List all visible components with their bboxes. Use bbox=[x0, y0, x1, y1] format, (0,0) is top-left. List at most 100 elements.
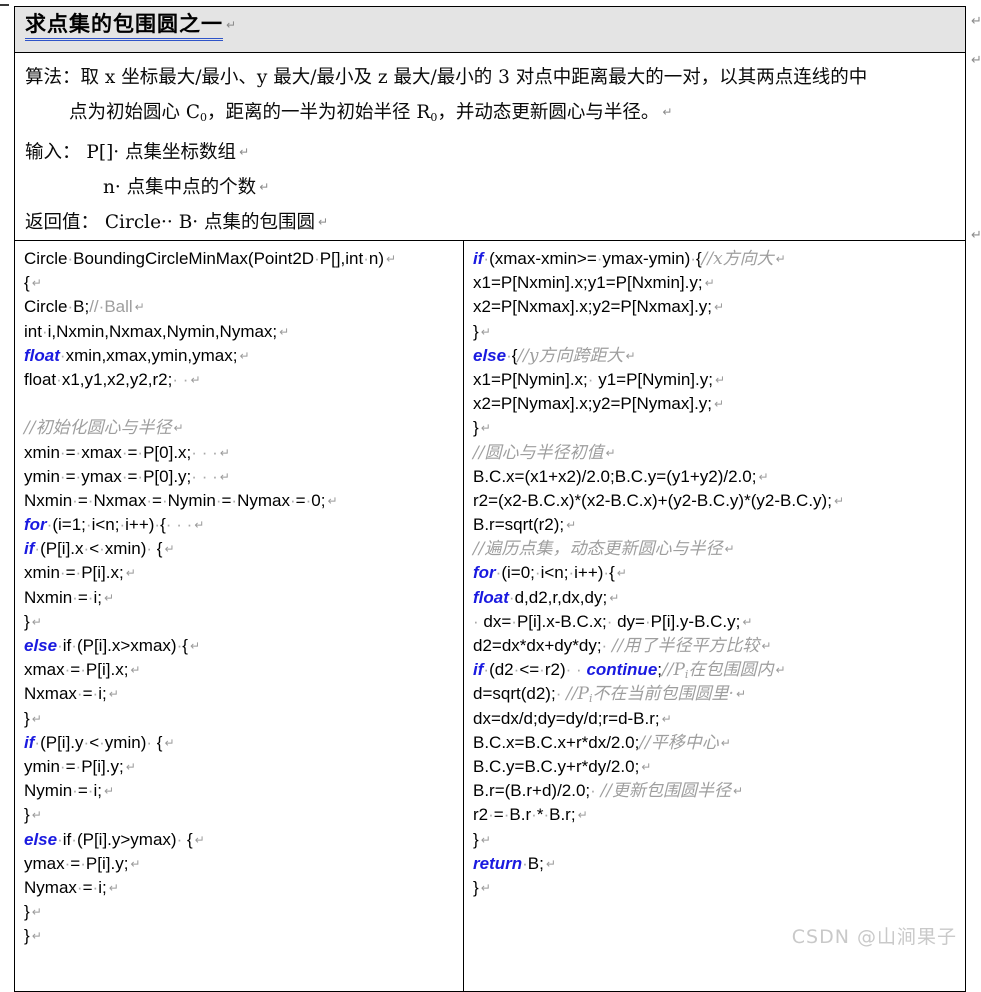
code-cell-right: if·(xmax-xmin>=·ymax-ymin)·{//x方向大 ↵ x1=P[… bbox=[463, 240, 966, 992]
code-line: } ↵ bbox=[473, 321, 491, 341]
input-count-value: n· 点集中点的个数 bbox=[103, 177, 257, 198]
code-return-mark: ↵ bbox=[714, 372, 726, 387]
code-line: } ↵ bbox=[24, 902, 42, 922]
code-line: ymin·=·P[i].y; ↵ bbox=[24, 756, 136, 776]
code-keyword: for bbox=[473, 563, 496, 583]
code-return-mark: ↵ bbox=[31, 614, 42, 629]
code-line: else·if·(P[i].x>xmax)·{↵ bbox=[24, 636, 201, 655]
page-title: 求点集的包围圆之一 bbox=[25, 11, 223, 41]
code-cell-left: Circle·BoundingCircleMinMax(Point2D·P[],… bbox=[14, 240, 464, 992]
description-cell: 算法：取 x 坐标最大/最小、y 最大/最小及 z 最大/最小的 3 对点中距离… bbox=[14, 52, 966, 241]
code-line: Nymax·=·i; ↵ bbox=[24, 877, 119, 897]
code-return-mark: ↵ bbox=[386, 252, 397, 266]
code-comment: //遍历点集，动态更新圆心与半径 bbox=[473, 539, 723, 560]
code-return-mark: ↵ bbox=[190, 372, 201, 387]
code-line: · dx=·P[i].x-B.C.x;· dy=·P[i].y-B.C.y; ↵ bbox=[473, 611, 753, 631]
code-keyword: float bbox=[24, 345, 60, 365]
table-header-row: 求点集的包围圆之一 ↵ bbox=[14, 6, 966, 53]
title-return-mark: ↵ bbox=[226, 18, 237, 32]
code-return-mark: ↵ bbox=[134, 300, 145, 315]
code-keyword: continue bbox=[586, 660, 658, 680]
description-line-2: 点为初始圆心 C0，距离的一半为初始半径 R0，并动态更新圆心与半径。 ↵ bbox=[25, 95, 953, 135]
code-return-mark: ↵ bbox=[130, 856, 141, 871]
code-return-mark: ↵ bbox=[327, 493, 338, 508]
code-keyword: else bbox=[473, 345, 507, 365]
code-return-mark: ↵ bbox=[31, 929, 42, 944]
code-line: //遍历点集，动态更新圆心与半径 ↵ bbox=[473, 537, 959, 561]
code-return-mark: ↵ bbox=[194, 832, 205, 847]
code-line: Nymin·=·i; ↵ bbox=[24, 781, 115, 801]
code-return-mark: ↵ bbox=[219, 445, 230, 460]
input-label: 输入： bbox=[25, 142, 81, 163]
code-return-mark: ↵ bbox=[480, 421, 491, 436]
input-value: P[]· 点集坐标数组 bbox=[86, 142, 237, 163]
margin-return-mark-3: ↵ bbox=[971, 228, 981, 243]
description-return-mark-4: ↵ bbox=[259, 180, 270, 194]
code-comment: //用了半径平方比较 bbox=[611, 636, 760, 656]
code-keyword: else bbox=[24, 636, 58, 655]
table-code-row: Circle·BoundingCircleMinMax(Point2D·P[],… bbox=[14, 240, 966, 992]
code-line: Nxmin·=·i; ↵ bbox=[24, 587, 115, 607]
code-line: if·(d2·<=·r2)· · continue;//Pi在包围圆内 ↵ bbox=[473, 660, 786, 682]
document-page: ↵ ↵ ↵ 求点集的包围圆之一 ↵ 算法：取 x 坐标最大/最小、y 最大/最小及… bbox=[0, 0, 981, 992]
code-line: Nxmin·=·Nxmax·=·Nymin·=·Nymax·=·0; ↵ bbox=[24, 490, 338, 510]
code-line: ymin·=·ymax·=·P[0].y;· · · ↵ bbox=[24, 466, 230, 486]
code-line: B.C.x=B.C.x+r*dx/2.0;//平移中心 ↵ bbox=[473, 732, 731, 753]
code-line: xmax·=·P[i].x; ↵ bbox=[24, 660, 141, 680]
code-return-mark: ↵ bbox=[605, 445, 616, 460]
code-return-mark: ↵ bbox=[480, 324, 491, 339]
code-line: //圆心与半径初值 ↵ bbox=[473, 441, 959, 465]
description-line-5: 返回值： Circle·· B· 点集的包围圆 ↵ bbox=[25, 205, 953, 240]
code-return-mark: ↵ bbox=[714, 397, 725, 412]
code-line: x2=P[Nymax].x;y2=P[Nymax].y; ↵ bbox=[473, 394, 725, 414]
code-return-mark: ↵ bbox=[31, 808, 42, 823]
description-return-mark-5: ↵ bbox=[318, 215, 329, 229]
code-line: ymax·=·P[i].y; ↵ bbox=[24, 853, 141, 873]
code-return-mark: ↵ bbox=[609, 590, 620, 605]
code-line: r2·=·B.r·*·B.r; ↵ bbox=[473, 805, 588, 825]
code-line: B.C.y=B.C.y+r*dy/2.0; ↵ bbox=[473, 756, 652, 776]
code-line: } ↵ bbox=[24, 805, 42, 825]
description-line-1: 算法：取 x 坐标最大/最小、y 最大/最小及 z 最大/最小的 3 对点中距离… bbox=[25, 67, 868, 88]
margin-return-mark-1: ↵ bbox=[971, 14, 981, 29]
code-line: x1=P[Nymin].x;· y1=P[Nymin].y; ↵ bbox=[473, 369, 726, 389]
code-return-mark: ↵ bbox=[108, 880, 119, 895]
table-description-row: 算法：取 x 坐标最大/最小、y 最大/最小及 z 最大/最小的 3 对点中距离… bbox=[14, 52, 966, 241]
code-return-mark: ↵ bbox=[733, 784, 744, 799]
code-line: Nxmax·=·i; ↵ bbox=[24, 684, 119, 704]
description-c0-subscript: 0 bbox=[200, 111, 208, 124]
code-line: } ↵ bbox=[24, 926, 42, 946]
code-line: } ↵ bbox=[24, 611, 42, 631]
code-line: B.r=(B.r+d)/2.0;· //更新包围圆半径 ↵ bbox=[473, 781, 744, 802]
code-return-mark: ↵ bbox=[480, 832, 491, 847]
margin-return-mark-2: ↵ bbox=[971, 53, 981, 68]
code-line: B.r=sqrt(r2); ↵ bbox=[473, 515, 577, 535]
code-return-mark: ↵ bbox=[219, 469, 230, 484]
code-comment: //圆心与半径初值 bbox=[473, 442, 604, 463]
code-return-mark: ↵ bbox=[720, 735, 731, 750]
description-return-mark-2: ↵ bbox=[662, 105, 673, 119]
code-line: xmin·=·P[i].x; ↵ bbox=[24, 563, 136, 583]
code-line: float·d,d2,r,dx,dy; ↵ bbox=[473, 587, 620, 607]
description-line-4: n· 点集中点的个数 ↵ bbox=[25, 170, 953, 205]
code-return-mark: ↵ bbox=[279, 324, 290, 339]
code-line: if·(xmax-xmin>=·ymax-ymin)·{//x方向大 ↵ bbox=[473, 249, 786, 269]
code-keyword: else bbox=[24, 829, 58, 849]
description-line-2-c: ，并动态更新圆心与半径。 bbox=[437, 102, 660, 123]
code-line: Circle·BoundingCircleMinMax(Point2D·P[],… bbox=[24, 249, 397, 268]
code-line: else·{//y方向跨距大 ↵ bbox=[473, 345, 636, 366]
code-line: xmin·=·xmax·=·P[0].x;· · · ↵ bbox=[24, 442, 230, 462]
code-line: for·(i=0;·i<n;·i++)·{↵ bbox=[473, 563, 627, 583]
code-return-mark: ↵ bbox=[31, 711, 42, 726]
code-return-mark: ↵ bbox=[625, 348, 636, 363]
code-block-right: if·(xmax-xmin>=·ymax-ymin)·{//x方向大 ↵ x1=P[… bbox=[473, 247, 959, 900]
code-return-mark: ↵ bbox=[742, 614, 753, 629]
code-keyword: return bbox=[473, 853, 523, 873]
code-return-mark: ↵ bbox=[761, 639, 772, 653]
code-line: r2=(x2-B.C.x)*(x2-B.C.x)+(y2-B.C.y)*(y2-… bbox=[473, 490, 844, 510]
code-comment: //·Ball bbox=[89, 297, 133, 317]
code-return-mark: ↵ bbox=[108, 687, 119, 702]
code-keyword: if bbox=[24, 539, 35, 559]
code-line: dx=dx/d;dy=dy/d;r=d-B.r; ↵ bbox=[473, 708, 672, 728]
code-return-mark: ↵ bbox=[775, 252, 786, 266]
